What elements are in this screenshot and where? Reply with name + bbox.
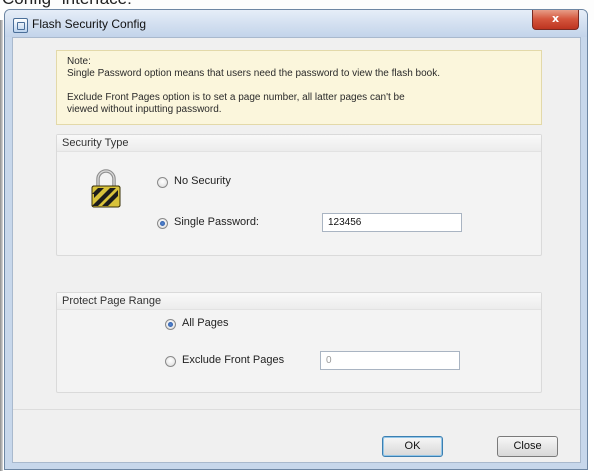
note-line-1: Single Password option means that users … [67,68,440,79]
note-line-2: Exclude Front Pages option is to set a p… [67,92,405,103]
exclude-front-pages-radio[interactable] [165,356,176,367]
page-range-header: Protect Page Range [57,293,541,310]
front-pages-input[interactable]: 0 [320,351,460,370]
padlock-icon [91,169,121,208]
window-title: Flash Security Config [32,17,147,31]
window-shadow-edge [0,20,3,471]
note-line-3: viewed without inputting password. [67,104,222,115]
close-icon: x [551,12,560,25]
security-type-header: Security Type [57,135,541,152]
app-icon [13,18,28,33]
ok-button[interactable]: OK [382,436,443,457]
page-range-group: Protect Page Range All Pages Exclude Fro… [56,292,542,393]
password-input[interactable]: 123456 [322,213,462,232]
caption-text: Config" interface: [2,0,132,9]
no-security-label[interactable]: No Security [174,175,231,187]
all-pages-label[interactable]: All Pages [182,317,228,329]
close-button[interactable]: Close [497,436,558,457]
all-pages-radio[interactable] [165,319,176,330]
note-box: Note: Single Password option means that … [56,50,542,125]
footer-divider [13,409,580,410]
close-window-button[interactable]: x [532,10,579,30]
dialog-window: Flash Security Config x Note: Single Pas… [4,9,588,470]
single-password-radio[interactable] [157,218,168,229]
security-type-title: Security Type [62,137,129,149]
note-heading: Note: [67,56,91,67]
exclude-front-pages-label[interactable]: Exclude Front Pages [182,354,284,366]
title-bar[interactable]: Flash Security Config x [5,10,587,37]
single-password-label[interactable]: Single Password: [174,216,259,228]
page-range-title: Protect Page Range [62,295,162,307]
no-security-radio[interactable] [157,177,168,188]
dialog-body: Note: Single Password option means that … [12,37,581,463]
security-type-group: Security Type No Security Single Passwor… [56,134,542,256]
